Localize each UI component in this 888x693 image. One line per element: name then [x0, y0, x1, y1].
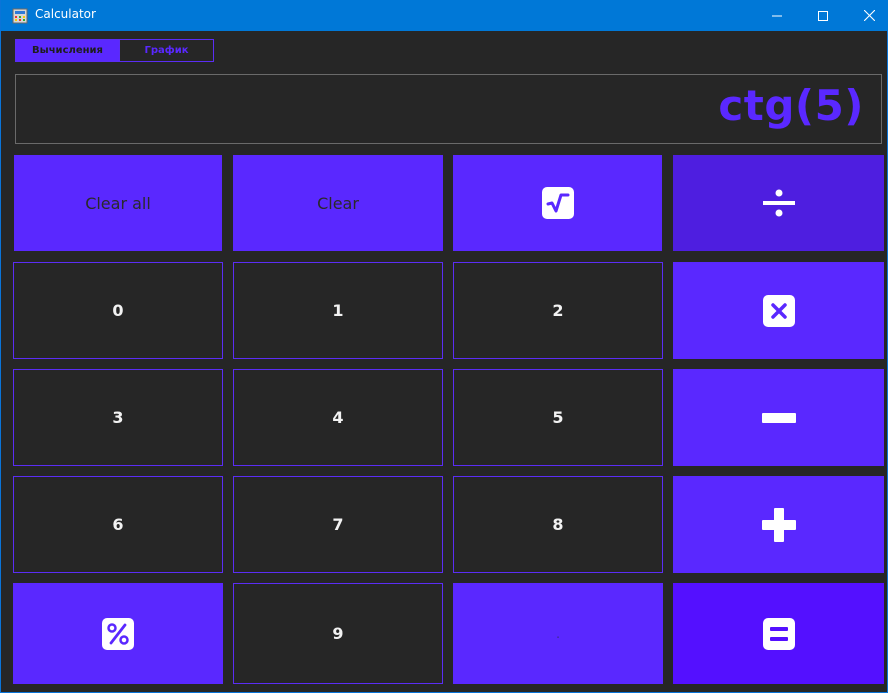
sqrt-button[interactable]: [453, 155, 662, 251]
digit-8-button[interactable]: 8: [453, 476, 663, 573]
tab-graph[interactable]: График: [119, 40, 213, 61]
tab-calculations[interactable]: Вычисления: [16, 40, 119, 61]
display-expression: ctg(5): [718, 81, 864, 130]
digit-4-button[interactable]: 4: [233, 369, 443, 466]
digit-0-button[interactable]: 0: [13, 262, 223, 359]
minimize-icon: [772, 15, 782, 16]
clear-all-button[interactable]: Clear all: [14, 155, 222, 251]
percent-icon: [102, 617, 134, 650]
square-root-icon: [541, 187, 574, 219]
close-button[interactable]: [846, 0, 888, 31]
minus-button[interactable]: [673, 369, 884, 466]
mode-tabs: Вычисления График: [15, 39, 214, 62]
multiply-button[interactable]: [673, 262, 884, 359]
percent-button[interactable]: [13, 583, 223, 684]
digit-8-label: 8: [552, 515, 564, 534]
window-title: Calculator: [35, 7, 96, 21]
maximize-icon: [818, 10, 828, 21]
clear-all-label: Clear all: [85, 193, 151, 213]
clear-label: Clear: [317, 193, 359, 213]
calculator-window: Calculator Вычисления График ctg(5) Clea…: [0, 0, 888, 693]
digit-7-button[interactable]: 7: [233, 476, 443, 573]
minus-icon: [761, 412, 796, 423]
expression-display: ctg(5): [15, 74, 882, 144]
decimal-point-label: .: [556, 626, 560, 641]
digit-1-label: 1: [332, 301, 344, 320]
digit-5-button[interactable]: 5: [453, 369, 663, 466]
digit-7-label: 7: [332, 515, 344, 534]
decimal-point-button[interactable]: .: [453, 583, 663, 684]
digit-3-label: 3: [112, 408, 124, 427]
minimize-button[interactable]: [754, 0, 800, 31]
close-icon: [863, 10, 875, 21]
digit-0-label: 0: [112, 301, 124, 320]
digit-5-label: 5: [552, 408, 564, 427]
maximize-button[interactable]: [800, 0, 846, 31]
title-bar[interactable]: Calculator: [1, 0, 888, 31]
digit-9-button[interactable]: 9: [233, 583, 443, 684]
digit-3-button[interactable]: 3: [13, 369, 223, 466]
digit-9-label: 9: [332, 624, 344, 643]
digit-4-label: 4: [332, 408, 344, 427]
digit-6-button[interactable]: 6: [13, 476, 223, 573]
equals-icon: [762, 617, 795, 650]
digit-6-label: 6: [112, 515, 124, 534]
equals-button[interactable]: [673, 583, 884, 684]
calculator-app-icon: [12, 8, 28, 24]
digit-1-button[interactable]: 1: [233, 262, 443, 359]
digit-2-label: 2: [552, 301, 564, 320]
plus-button[interactable]: [673, 476, 884, 573]
clear-button[interactable]: Clear: [233, 155, 443, 251]
divide-icon: [762, 189, 795, 217]
multiply-icon: [762, 294, 795, 327]
plus-icon: [761, 507, 796, 542]
digit-2-button[interactable]: 2: [453, 262, 663, 359]
divide-button[interactable]: [673, 155, 884, 251]
